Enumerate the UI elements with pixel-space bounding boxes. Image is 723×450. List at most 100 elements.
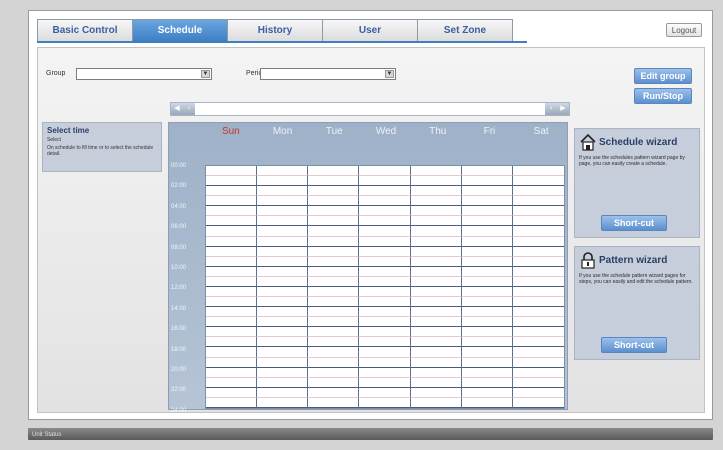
schedule-cell[interactable]	[461, 226, 513, 237]
schedule-cell[interactable]	[461, 286, 513, 298]
schedule-cell[interactable]	[410, 226, 462, 237]
schedule-cell[interactable]	[512, 186, 564, 197]
schedule-cell[interactable]	[308, 166, 360, 177]
schedule-cell[interactable]	[308, 286, 360, 298]
schedule-cell[interactable]	[410, 307, 462, 318]
schedule-cell[interactable]	[206, 276, 258, 287]
schedule-cell[interactable]	[512, 216, 564, 227]
schedule-cell[interactable]	[257, 307, 309, 318]
schedule-cell[interactable]	[308, 226, 360, 237]
schedule-cell[interactable]	[410, 236, 462, 247]
schedule-cell[interactable]	[359, 397, 411, 408]
schedule-cell[interactable]	[410, 276, 462, 287]
schedule-cell[interactable]	[257, 216, 309, 227]
schedule-cell[interactable]	[359, 307, 411, 318]
schedule-cell[interactable]	[206, 166, 258, 177]
schedule-cell[interactable]	[359, 327, 411, 338]
schedule-cell[interactable]	[359, 286, 411, 298]
schedule-cell[interactable]	[206, 377, 258, 388]
schedule-cell[interactable]	[308, 196, 360, 207]
schedule-cell[interactable]	[512, 297, 564, 308]
schedule-cell[interactable]	[206, 286, 258, 298]
schedule-cell[interactable]	[410, 256, 462, 267]
schedule-cell[interactable]	[512, 257, 564, 267]
schedule-cell[interactable]	[512, 358, 564, 368]
schedule-cell[interactable]	[257, 377, 309, 388]
schedule-cell[interactable]	[257, 176, 309, 187]
schedule-cell[interactable]	[257, 186, 309, 197]
schedule-cell[interactable]	[308, 397, 360, 408]
tab-schedule[interactable]: Schedule	[132, 19, 228, 41]
schedule-cell[interactable]	[461, 256, 513, 267]
schedule-cell[interactable]	[461, 397, 513, 408]
schedule-cell[interactable]	[206, 226, 258, 237]
schedule-cell[interactable]	[206, 256, 258, 267]
schedule-cell[interactable]	[461, 206, 513, 217]
schedule-cell[interactable]	[308, 317, 360, 328]
schedule-cell[interactable]	[257, 276, 309, 287]
schedule-cell[interactable]	[359, 196, 411, 207]
chevron-down-icon[interactable]: ▼	[201, 70, 210, 78]
schedule-cell[interactable]	[410, 216, 462, 227]
schedule-cell[interactable]	[410, 266, 462, 277]
schedule-cell[interactable]	[206, 246, 258, 257]
schedule-wizard-shortcut-button[interactable]: Short-cut	[601, 215, 667, 231]
schedule-cell[interactable]	[257, 367, 309, 378]
schedule-cell[interactable]	[410, 317, 462, 328]
schedule-cell[interactable]	[512, 287, 564, 298]
tab-history[interactable]: History	[227, 19, 323, 41]
schedule-cell[interactable]	[308, 176, 360, 187]
schedule-cell[interactable]	[410, 176, 462, 187]
schedule-cell[interactable]	[512, 277, 564, 287]
schedule-cell[interactable]	[410, 286, 462, 298]
schedule-cell[interactable]	[359, 246, 411, 257]
schedule-cell[interactable]	[308, 186, 360, 197]
schedule-cell[interactable]	[410, 367, 462, 378]
schedule-cell[interactable]	[206, 176, 258, 187]
schedule-cell[interactable]	[359, 367, 411, 378]
schedule-cell[interactable]	[461, 357, 513, 368]
schedule-cell[interactable]	[512, 206, 564, 217]
schedule-cell[interactable]	[308, 357, 360, 368]
schedule-cell[interactable]	[359, 216, 411, 227]
schedule-cell[interactable]	[461, 166, 513, 177]
schedule-cell[interactable]	[410, 377, 462, 388]
schedule-cell[interactable]	[512, 327, 564, 338]
schedule-cell[interactable]	[359, 206, 411, 217]
tab-set-zone[interactable]: Set Zone	[417, 19, 513, 41]
schedule-cell[interactable]	[461, 236, 513, 247]
schedule-cell[interactable]	[410, 387, 462, 398]
schedule-cell[interactable]	[257, 337, 309, 348]
schedule-cell[interactable]	[257, 286, 309, 298]
schedule-cell[interactable]	[206, 347, 258, 358]
schedule-cell[interactable]	[308, 327, 360, 338]
schedule-cell[interactable]	[359, 166, 411, 177]
schedule-cell[interactable]	[461, 327, 513, 338]
schedule-cell[interactable]	[308, 307, 360, 318]
schedule-cell[interactable]	[308, 276, 360, 287]
schedule-cell[interactable]	[410, 186, 462, 197]
schedule-cell[interactable]	[461, 337, 513, 348]
schedule-cell[interactable]	[308, 236, 360, 247]
schedule-cell[interactable]	[308, 266, 360, 277]
schedule-cell[interactable]	[410, 196, 462, 207]
schedule-cell[interactable]	[206, 236, 258, 247]
schedule-cell[interactable]	[206, 397, 258, 408]
schedule-cell[interactable]	[206, 266, 258, 277]
tab-user[interactable]: User	[322, 19, 418, 41]
schedule-cell[interactable]	[512, 176, 564, 187]
schedule-cell[interactable]	[410, 246, 462, 257]
schedule-cell[interactable]	[308, 377, 360, 388]
schedule-cell[interactable]	[359, 347, 411, 358]
last-page-icon[interactable]: ▶	[557, 103, 569, 115]
schedule-cell[interactable]	[410, 397, 462, 408]
schedule-cell[interactable]	[461, 186, 513, 197]
chevron-down-icon[interactable]: ▼	[385, 70, 394, 78]
schedule-cell[interactable]	[461, 307, 513, 318]
schedule-cell[interactable]	[308, 387, 360, 398]
schedule-cell[interactable]	[512, 196, 564, 207]
schedule-cell[interactable]	[512, 378, 564, 388]
prev-icon[interactable]: ‹	[183, 103, 195, 115]
schedule-cell[interactable]	[512, 166, 564, 177]
schedule-cell[interactable]	[461, 347, 513, 358]
